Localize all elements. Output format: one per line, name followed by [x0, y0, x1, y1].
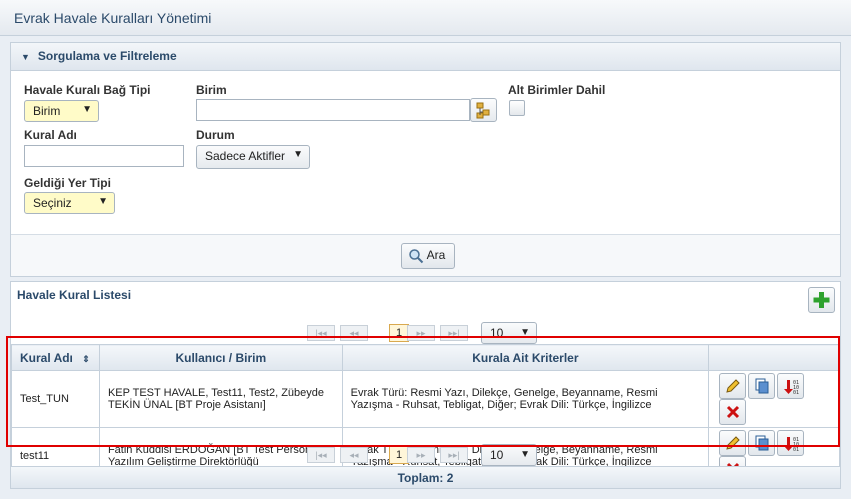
- geldigi-yer-label: Geldiği Yer Tipi: [24, 176, 111, 190]
- svg-text:01: 01: [793, 447, 799, 453]
- chevron-down-icon: ▼: [98, 196, 108, 207]
- kural-adi-label: Kural Adı: [24, 128, 77, 142]
- svg-text:01: 01: [793, 390, 799, 396]
- column-header-actions: [708, 344, 840, 371]
- row-actions-cell: 01 10 01: [708, 370, 840, 428]
- page-number[interactable]: 1: [389, 324, 409, 342]
- column-header-kullanici-birim: Kullanıcı / Birim: [98, 344, 343, 371]
- bag-tipi-value: Birim: [33, 104, 61, 118]
- next-page-button[interactable]: ▸▸: [407, 447, 435, 463]
- bag-tipi-select[interactable]: Birim ▼: [24, 100, 99, 122]
- column-header-kriterler: Kurala Ait Kriterler: [341, 344, 710, 371]
- prev-page-button[interactable]: ◂◂: [340, 447, 368, 463]
- durum-select[interactable]: Sadece Aktifler ▼: [196, 145, 310, 169]
- durum-value: Sadece Aktifler: [205, 149, 286, 163]
- page-size-value: 10: [490, 448, 504, 462]
- list-panel: Havale Kural Listesi |◂◂ ◂◂ 1 ▸▸ ▸▸| 10 ▼…: [10, 281, 841, 489]
- durum-label: Durum: [196, 128, 235, 142]
- plus-icon: [813, 292, 830, 308]
- table-row[interactable]: Test_TUN KEP TEST HAVALE, Test11, Test2,…: [11, 370, 840, 428]
- window-title: Evrak Havale Kuralları Yönetimi: [0, 0, 851, 36]
- page-number[interactable]: 1: [389, 446, 409, 464]
- tree-selector-icon: [476, 102, 490, 119]
- total-count: Toplam: 2: [11, 466, 840, 488]
- geldigi-yer-value: Seçiniz: [33, 196, 72, 210]
- chevron-down-icon: ▼: [82, 104, 92, 115]
- chevron-down-icon: ▼: [293, 149, 303, 160]
- bag-tipi-label: Havale Kuralı Bağ Tipi: [24, 83, 151, 97]
- export-button[interactable]: 01 10 01: [777, 373, 805, 399]
- edit-button[interactable]: [719, 430, 747, 456]
- chevron-down-icon: ▼: [520, 327, 530, 338]
- table-header-row: Kural Adı ⇕ Kullanıcı / Birim Kurala Ait…: [11, 344, 840, 371]
- search-button-bar: Ara: [11, 234, 840, 276]
- copy-icon: [755, 378, 769, 394]
- delete-button[interactable]: [719, 399, 747, 425]
- copy-button[interactable]: [748, 373, 776, 399]
- rule-name-cell: Test_TUN: [11, 370, 100, 428]
- search-button[interactable]: Ara: [401, 243, 455, 269]
- edit-button[interactable]: [719, 373, 747, 399]
- page-size-select[interactable]: 10 ▼: [481, 444, 537, 466]
- filter-panel: ▼ Sorgulama ve Filtreleme Havale Kuralı B…: [10, 42, 841, 277]
- next-page-button[interactable]: ▸▸: [407, 325, 435, 341]
- copy-icon: [755, 435, 769, 451]
- kural-adi-input[interactable]: [24, 145, 184, 167]
- delete-x-icon: [727, 405, 740, 419]
- export-button[interactable]: 01 10 01: [777, 430, 805, 456]
- pager-bottom: |◂◂ ◂◂ 1 ▸▸ ▸▸| 10 ▼: [307, 444, 557, 466]
- filter-panel-header[interactable]: ▼ Sorgulama ve Filtreleme: [11, 43, 840, 71]
- alt-birimler-checkbox[interactable]: [509, 100, 525, 116]
- column-header-label: Kural Adı: [20, 350, 73, 365]
- page-size-select[interactable]: 10 ▼: [481, 322, 537, 344]
- pencil-icon: [726, 436, 740, 450]
- search-button-label: Ara: [426, 248, 446, 263]
- column-header-kural-adi[interactable]: Kural Adı ⇕: [11, 344, 100, 371]
- binary-export-icon: 011001: [784, 380, 799, 396]
- first-page-button[interactable]: |◂◂: [307, 447, 335, 463]
- add-rule-button[interactable]: [808, 287, 835, 313]
- tree-selector-button[interactable]: [470, 98, 497, 122]
- rule-criteria-cell: Evrak Türü: Resmi Yazı, Dilekçe, Genelge…: [341, 370, 710, 428]
- copy-button[interactable]: [748, 430, 776, 456]
- last-page-button[interactable]: ▸▸|: [440, 447, 468, 463]
- last-page-button[interactable]: ▸▸|: [440, 325, 468, 341]
- chevron-down-icon: ▼: [520, 449, 530, 460]
- prev-page-button[interactable]: ◂◂: [340, 325, 368, 341]
- rule-user-cell: KEP TEST HAVALE, Test11, Test2, Zübeyde …: [98, 370, 343, 428]
- alt-birimler-label: Alt Birimler Dahil: [508, 83, 606, 97]
- page-size-value: 10: [490, 326, 504, 340]
- first-page-button[interactable]: |◂◂: [307, 325, 335, 341]
- birim-input[interactable]: [196, 99, 470, 121]
- geldigi-yer-select[interactable]: Seçiniz ▼: [24, 192, 115, 214]
- filter-panel-title: Sorgulama ve Filtreleme: [37, 49, 177, 63]
- pager-top: |◂◂ ◂◂ 1 ▸▸ ▸▸| 10 ▼: [307, 322, 557, 344]
- list-title: Havale Kural Listesi: [17, 288, 132, 302]
- binary-export-icon: 011001: [784, 437, 799, 453]
- pencil-icon: [726, 379, 740, 393]
- birim-label: Birim: [196, 83, 227, 97]
- sort-icon[interactable]: ⇕: [82, 354, 90, 364]
- magnifier-icon: [409, 249, 424, 264]
- triangle-down-icon[interactable]: ▼: [21, 52, 30, 62]
